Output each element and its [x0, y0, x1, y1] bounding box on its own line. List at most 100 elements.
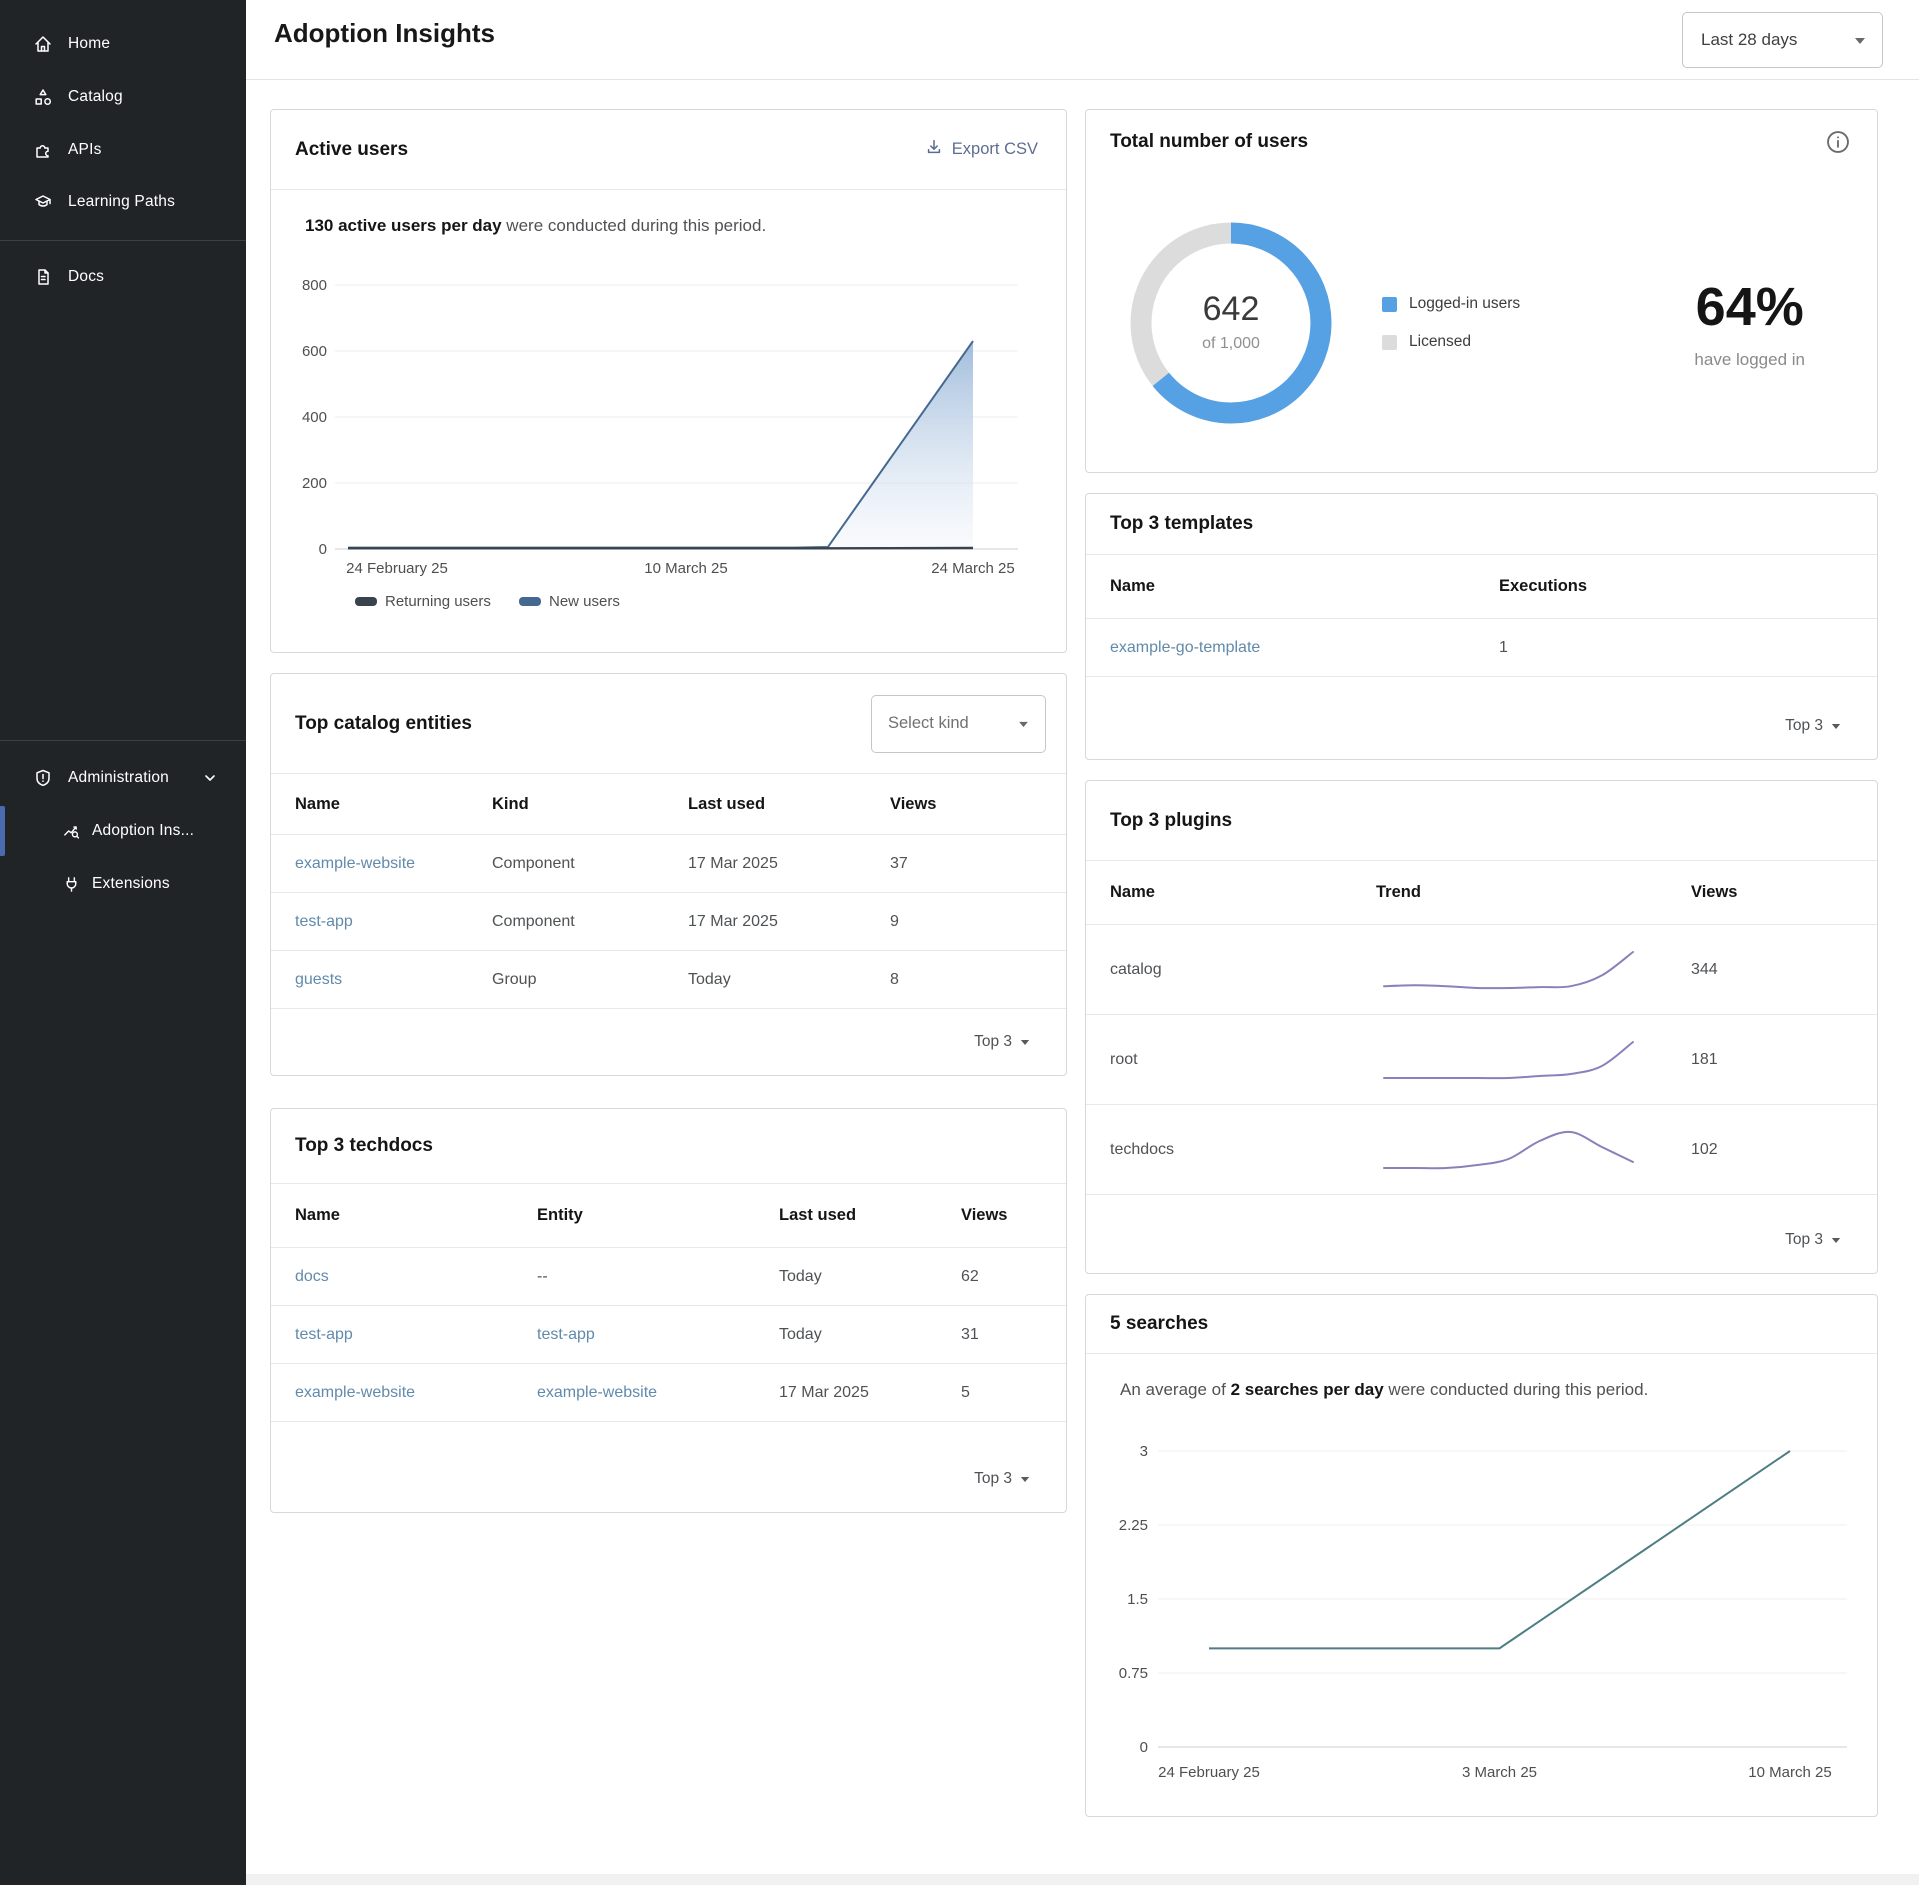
table-cell: Group [492, 971, 688, 989]
sidebar-item-home[interactable]: Home [0, 19, 246, 69]
total-users-card: Total number of users 642 of 1,000 Logged… [1085, 109, 1878, 473]
card-title: Total number of users [1110, 131, 1308, 153]
rows-count-select[interactable]: Top 3 [974, 1470, 1030, 1488]
sidebar-item-adoption-insights[interactable]: Adoption Ins... [0, 806, 246, 856]
column-header: Trend [1376, 883, 1691, 902]
sidebar-item-administration[interactable]: Administration [0, 753, 246, 803]
svg-text:10 March 25: 10 March 25 [644, 560, 727, 577]
active-indicator [0, 806, 5, 856]
svg-text:24 February 25: 24 February 25 [346, 560, 448, 577]
svg-text:0: 0 [1140, 1739, 1148, 1756]
table-footer: Top 3 [271, 1009, 1066, 1075]
table-cell: 17 Mar 2025 [688, 913, 890, 931]
table-row: docs--Today62 [271, 1248, 1066, 1306]
sidebar-divider [0, 740, 246, 741]
table-cell: techdocs [1110, 1141, 1376, 1159]
entity-link[interactable]: docs [295, 1268, 537, 1286]
table-row: root181 [1086, 1015, 1877, 1105]
column-header: Name [1110, 883, 1376, 902]
entity-link[interactable]: example-go-template [1110, 639, 1499, 657]
date-range-select[interactable]: Last 28 days [1682, 12, 1883, 68]
svg-text:800: 800 [302, 277, 327, 294]
svg-text:0: 0 [319, 541, 327, 558]
table-header-row: Name Trend Views [1086, 861, 1877, 925]
top-catalog-entities-card: Top catalog entities Select kind Name Ki… [270, 673, 1067, 1076]
table-row: example-websiteexample-website17 Mar 202… [271, 1364, 1066, 1422]
column-header: Entity [537, 1206, 779, 1225]
svg-text:of 1,000: of 1,000 [1202, 335, 1260, 352]
info-icon[interactable] [1825, 129, 1851, 155]
sidebar-divider [0, 240, 246, 241]
entity-link[interactable]: test-app [295, 913, 492, 931]
table-row: guestsGroupToday8 [271, 951, 1066, 1009]
horizontal-scrollbar[interactable] [246, 1874, 1919, 1885]
column-header: Views [961, 1206, 1042, 1225]
sidebar-item-catalog[interactable]: Catalog [0, 72, 246, 122]
sidebar-item-label: Home [68, 35, 110, 53]
logged-in-percent: 64% have logged in [1694, 276, 1805, 370]
table-cell: root [1110, 1051, 1376, 1069]
home-icon [33, 34, 53, 54]
entity-link[interactable]: example-website [295, 855, 492, 873]
export-csv-button[interactable]: Export CSV [925, 138, 1038, 161]
rows-count-select[interactable]: Top 3 [1785, 717, 1841, 735]
top-plugins-card: Top 3 plugins Name Trend Views catalog34… [1085, 780, 1878, 1274]
table-cell: Component [492, 913, 688, 931]
svg-text:24 March 25: 24 March 25 [931, 560, 1014, 577]
column-header: Views [1691, 883, 1853, 902]
column-header: Name [295, 795, 492, 814]
export-csv-label: Export CSV [952, 140, 1038, 159]
page-header: Adoption Insights Last 28 days [246, 0, 1919, 80]
table-cell: 8 [890, 971, 1042, 989]
column-header: Last used [688, 795, 890, 814]
card-title: Top 3 techdocs [295, 1135, 433, 1157]
svg-text:New users: New users [549, 593, 620, 610]
svg-text:3: 3 [1140, 1443, 1148, 1460]
shield-icon [33, 768, 53, 788]
table-header-row: Name Kind Last used Views [271, 774, 1066, 835]
sidebar-item-learning-paths[interactable]: Learning Paths [0, 177, 246, 227]
docs-icon [33, 267, 53, 287]
chart-summary: 130 active users per day were conducted … [271, 216, 1066, 236]
table-footer: Top 3 [271, 1446, 1066, 1512]
svg-text:10 March 25: 10 March 25 [1748, 1764, 1831, 1781]
table-cell: Today [779, 1326, 961, 1344]
rows-count-select[interactable]: Top 3 [974, 1033, 1030, 1051]
svg-text:0.75: 0.75 [1119, 1665, 1148, 1682]
entity-link[interactable]: test-app [295, 1326, 537, 1344]
sidebar-item-extensions[interactable]: Extensions [0, 859, 246, 909]
entity-link[interactable]: example-website [295, 1384, 537, 1402]
table-cell: 17 Mar 2025 [779, 1384, 961, 1402]
column-header: Kind [492, 795, 688, 814]
chart-summary: An average of 2 searches per day were co… [1086, 1380, 1877, 1400]
donut-legend: Logged-in users Licensed [1382, 295, 1520, 351]
table-cell: Today [779, 1268, 961, 1286]
svg-text:600: 600 [302, 343, 327, 360]
top-templates-card: Top 3 templates Name Executions example-… [1085, 493, 1878, 760]
table-cell: 1 [1499, 639, 1853, 657]
table-row: example-go-template1 [1086, 619, 1877, 677]
entity-link[interactable]: guests [295, 971, 492, 989]
table-cell: Component [492, 855, 688, 873]
sidebar-item-apis[interactable]: APIs [0, 125, 246, 175]
trend-sparkline [1376, 1122, 1641, 1178]
rows-count-select[interactable]: Top 3 [1785, 1231, 1841, 1249]
legend-item: Licensed [1382, 333, 1520, 351]
sidebar-item-docs[interactable]: Docs [0, 252, 246, 302]
plug-icon [62, 874, 82, 894]
trend-sparkline [1376, 942, 1641, 998]
table-header-row: Name Executions [1086, 555, 1877, 619]
table-cell: 31 [961, 1326, 1042, 1344]
table-cell: 9 [890, 913, 1042, 931]
page-title: Adoption Insights [274, 18, 495, 49]
card-title: Top 3 plugins [1110, 810, 1232, 832]
entity-link[interactable]: test-app [537, 1326, 779, 1344]
kind-filter-select[interactable]: Select kind [871, 695, 1046, 753]
svg-text:2.25: 2.25 [1119, 1517, 1148, 1534]
entity-link[interactable]: example-website [537, 1384, 779, 1402]
chevron-down-icon[interactable] [202, 770, 218, 791]
table-cell: 62 [961, 1268, 1042, 1286]
table-cell: 17 Mar 2025 [688, 855, 890, 873]
sidebar-item-label: Extensions [92, 875, 170, 893]
svg-text:642: 642 [1203, 290, 1260, 328]
